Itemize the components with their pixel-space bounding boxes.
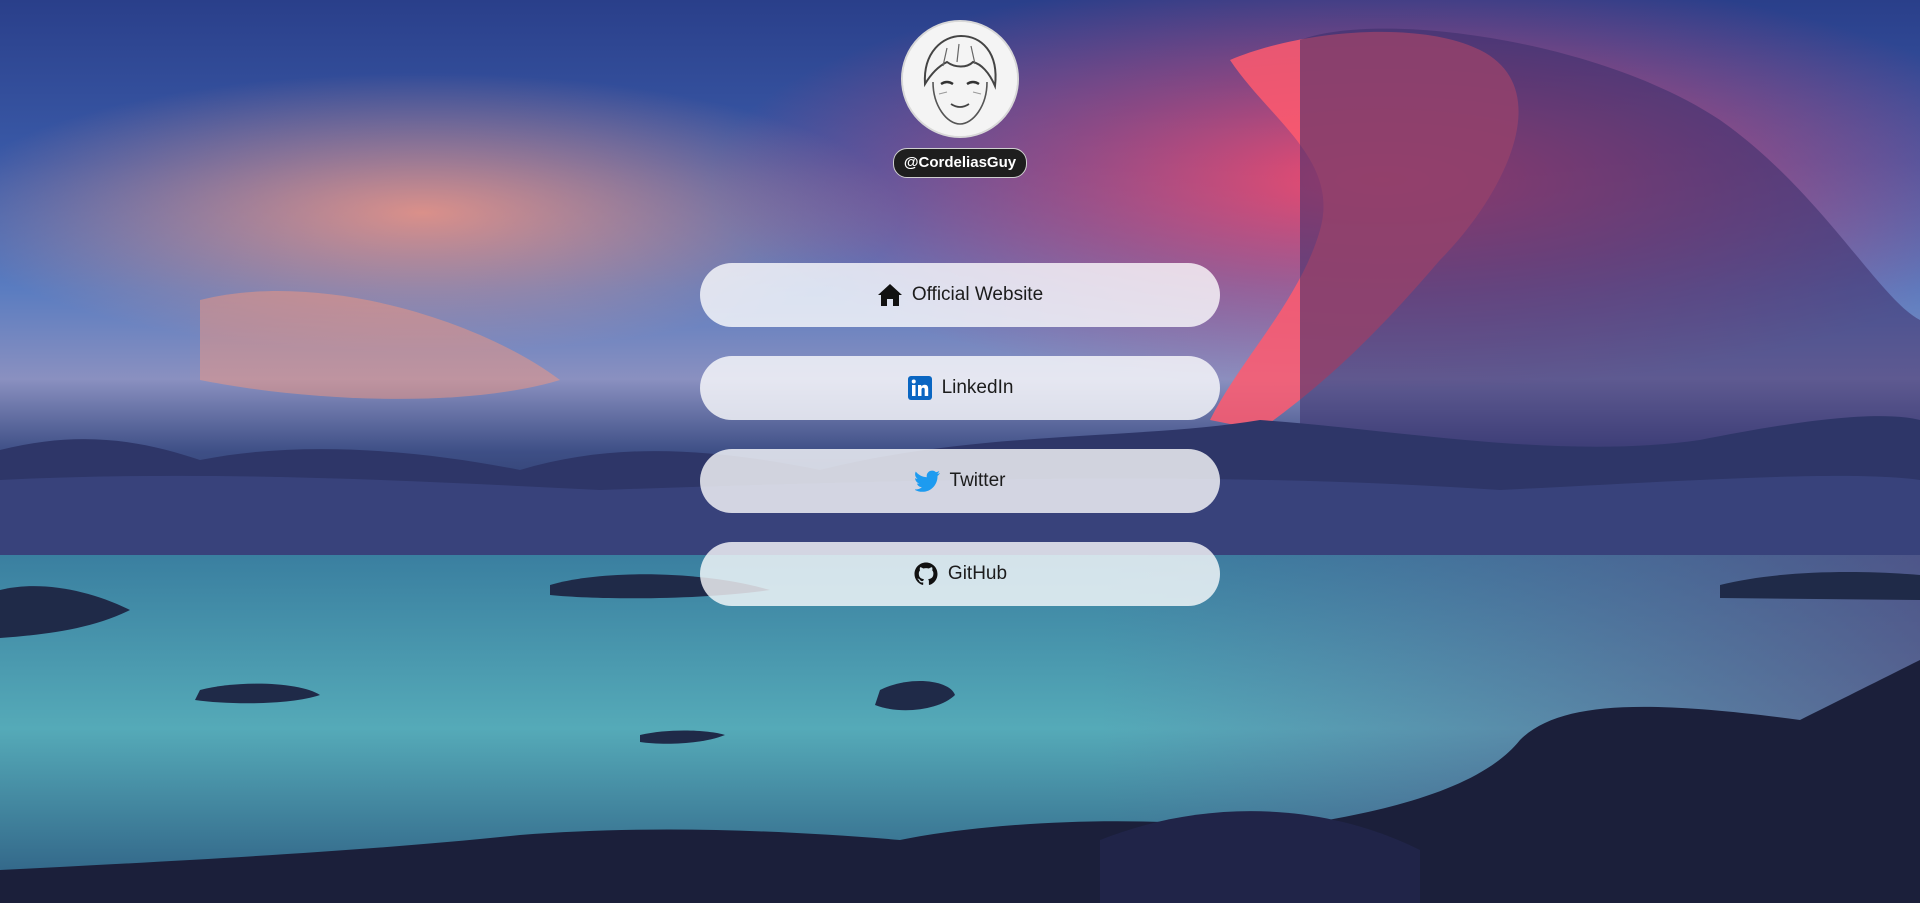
github-link[interactable]: GitHub: [700, 542, 1220, 606]
twitter-icon: [914, 468, 941, 494]
background-scene: @CordeliasGuy Official Website LinkedIn: [0, 0, 1920, 903]
twitter-label: Twitter: [949, 470, 1006, 491]
twitter-link[interactable]: Twitter: [700, 449, 1220, 513]
linkedin-icon: [907, 375, 933, 401]
official-website-label: Official Website: [911, 284, 1044, 305]
username-handle: @CordeliasGuy: [892, 148, 1028, 178]
github-label: GitHub: [947, 563, 1008, 584]
avatar-image: [903, 22, 1017, 136]
home-icon: [877, 282, 903, 308]
link-list: Official Website LinkedIn Twitter GitHub: [700, 263, 1220, 635]
official-website-link[interactable]: Official Website: [700, 263, 1220, 327]
avatar[interactable]: [901, 20, 1019, 138]
linkedin-label: LinkedIn: [941, 377, 1014, 398]
profile-header: @CordeliasGuy: [0, 20, 1920, 178]
linkedin-link[interactable]: LinkedIn: [700, 356, 1220, 420]
github-icon: [913, 561, 939, 587]
